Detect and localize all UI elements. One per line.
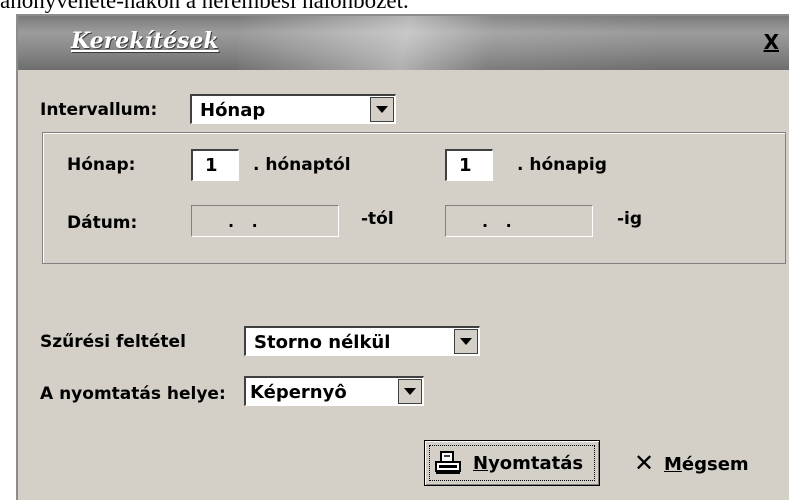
print-button[interactable]: Nyomtatás: [424, 440, 600, 486]
month-from-value: 1: [205, 155, 218, 176]
date-to-value: . .: [482, 212, 518, 231]
print-label-rest: yomtatás: [488, 453, 584, 474]
date-from-suffix: -tól: [361, 209, 394, 229]
month-to-field[interactable]: 1: [445, 149, 493, 181]
background-caption: ahonyvenete-nakon a nerembesi nalonbozet…: [0, 0, 409, 13]
month-from-suffix: . hónaptól: [253, 155, 351, 175]
date-to-field[interactable]: . .: [445, 205, 593, 237]
chevron-down-icon: [460, 338, 472, 345]
cancel-mnemonic: M: [664, 454, 682, 475]
interval-select[interactable]: Hónap: [190, 94, 396, 124]
interval-group: Hónap: 1 . hónaptól 1 . hónapig Dátum: .…: [42, 132, 786, 264]
filter-label: Szűrési feltétel: [40, 332, 186, 352]
date-from-field[interactable]: . .: [191, 205, 339, 237]
date-to-suffix: -ig: [617, 209, 643, 229]
print-location-label: A nyomtatás helye:: [40, 384, 226, 404]
x-icon: ✕: [634, 449, 655, 477]
month-from-field[interactable]: 1: [191, 149, 239, 181]
month-label: Hónap:: [67, 155, 136, 175]
chevron-down-icon: [404, 388, 416, 395]
print-mnemonic: N: [473, 453, 489, 474]
date-from-value: . .: [228, 212, 264, 231]
rounding-dialog: Kerekítések X Intervallum: Hónap Hónap: …: [16, 14, 789, 500]
print-location-select[interactable]: Képernyô: [244, 376, 424, 406]
print-button-label: Nyomtatás: [473, 453, 583, 474]
filter-select[interactable]: Storno nélkül: [244, 326, 480, 356]
month-to-value: 1: [459, 155, 472, 176]
print-location-value: Képernyô: [250, 382, 347, 403]
close-button[interactable]: X: [764, 30, 779, 54]
filter-value: Storno nélkül: [254, 332, 391, 353]
title-bar[interactable]: Kerekítések X: [18, 16, 789, 70]
month-to-suffix: . hónapig: [517, 155, 607, 175]
chevron-down-icon: [376, 106, 388, 113]
cancel-button-label: Mégsem: [664, 454, 749, 475]
date-label: Dátum:: [67, 213, 138, 233]
printer-icon: [435, 451, 461, 479]
interval-dropdown-button[interactable]: [370, 97, 394, 122]
print-location-dropdown-button[interactable]: [398, 379, 422, 404]
interval-value: Hónap: [200, 100, 266, 121]
filter-dropdown-button[interactable]: [454, 329, 478, 354]
interval-label: Intervallum:: [40, 100, 158, 120]
cancel-label-rest: égsem: [681, 454, 749, 475]
dialog-title: Kerekítések: [71, 28, 219, 54]
title-bar-highlight: [238, 16, 658, 70]
